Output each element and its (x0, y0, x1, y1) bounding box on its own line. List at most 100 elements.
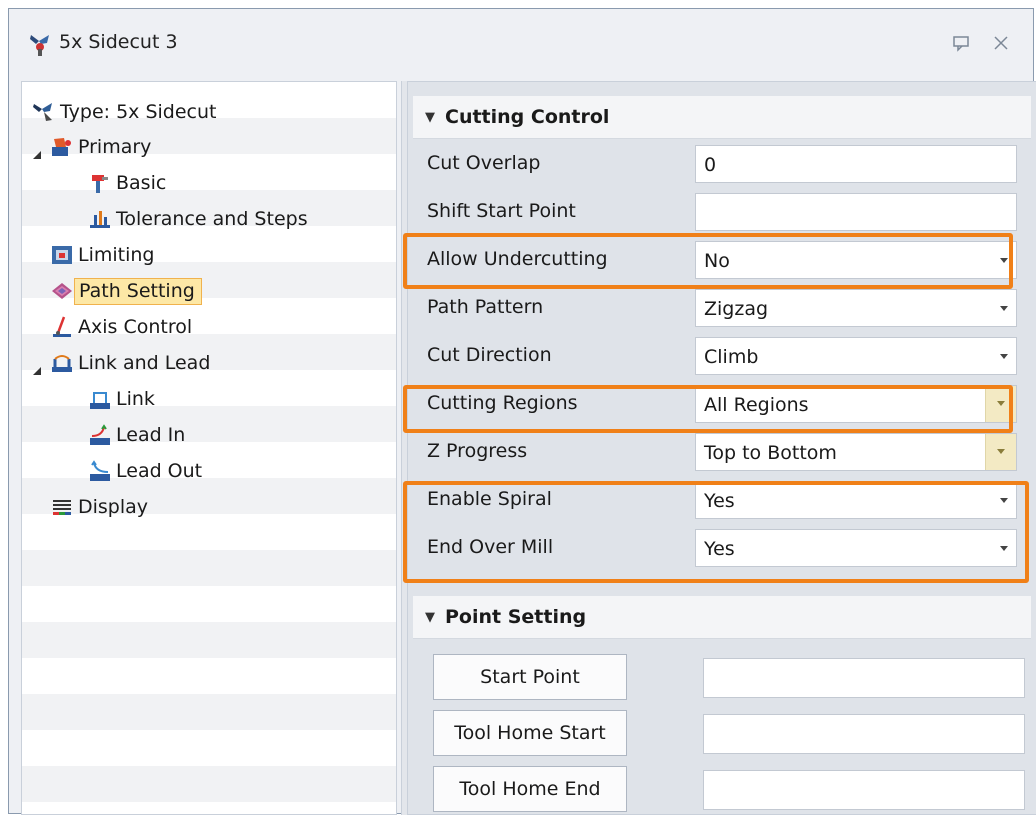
property-label: End Over Mill (427, 536, 554, 558)
allow-undercutting-select[interactable]: No (695, 241, 1017, 279)
tree-item-label: Axis Control (78, 316, 193, 338)
restore-icon[interactable] (949, 31, 973, 55)
property-label: Z Progress (427, 440, 528, 462)
property-row-shift-start-point: Shift Start Point (413, 188, 1031, 236)
section-title: Point Setting (445, 606, 587, 628)
tool-home-start-button[interactable]: Tool Home Start (433, 710, 627, 756)
property-label: Cutting Regions (427, 392, 578, 414)
property-row-allow-undercutting: Allow Undercutting No (413, 236, 1031, 284)
sidecut-type-icon (33, 103, 52, 121)
path-pattern-select[interactable]: Zigzag (695, 289, 1017, 327)
tree-item-link[interactable]: Link (88, 384, 155, 414)
tree-item-label: Lead In (116, 424, 186, 446)
tree-item-label: Type: 5x Sidecut (60, 101, 217, 123)
tool-home-end-input[interactable] (703, 770, 1025, 810)
property-row-tool-home-end: Tool Home End (413, 760, 1031, 814)
select-value: No (704, 250, 730, 272)
axis-control-icon (53, 316, 71, 337)
dropdown-arrow-icon[interactable] (1000, 258, 1008, 263)
dropdown-arrow-icon[interactable] (1000, 354, 1008, 359)
link-lead-icon (52, 355, 72, 372)
tree-item-link-and-lead[interactable]: Link and Lead (50, 348, 210, 378)
tree-item-label: Limiting (78, 244, 155, 266)
property-label: Path Pattern (427, 296, 544, 318)
shift-start-point-input[interactable] (695, 193, 1017, 231)
property-row-path-pattern: Path Pattern Zigzag (413, 284, 1031, 332)
cutting-regions-select[interactable]: All Regions (695, 385, 1017, 423)
section-header-cutting-control[interactable]: ▼ Cutting Control (413, 96, 1031, 139)
property-row-start-point: Start Point (413, 648, 1031, 704)
end-over-mill-select[interactable]: Yes (695, 529, 1017, 567)
tree-item-lead-in[interactable]: Lead In (88, 420, 185, 450)
primary-icon (52, 138, 71, 156)
tree-item-label: Link (116, 388, 155, 410)
select-value: Yes (704, 490, 735, 512)
property-row-z-progress: Z Progress Top to Bottom (413, 428, 1031, 476)
tree-item-label: Link and Lead (78, 352, 211, 374)
tree-item-primary[interactable]: Primary (50, 132, 151, 162)
property-row-cut-direction: Cut Direction Climb (413, 332, 1031, 380)
dropdown-arrow-icon[interactable] (1000, 498, 1008, 503)
title-bar: 5x Sidecut 3 (9, 9, 1033, 77)
z-progress-select[interactable]: Top to Bottom (695, 433, 1017, 471)
dropdown-arrow-icon[interactable] (985, 434, 1016, 470)
property-label: Enable Spiral (427, 488, 552, 510)
tree-item-label: Basic (116, 172, 167, 194)
select-value: Zigzag (704, 298, 769, 320)
tree-item-path-setting[interactable]: Path Setting (50, 276, 202, 306)
tree-item-limiting[interactable]: Limiting (50, 240, 154, 270)
section-title: Cutting Control (445, 106, 610, 128)
dropdown-arrow-icon[interactable] (1000, 306, 1008, 311)
tree-item-tolerance[interactable]: Tolerance and Steps (88, 204, 308, 234)
property-label: Cut Overlap (427, 152, 541, 174)
start-point-input[interactable] (703, 658, 1025, 698)
limiting-icon (52, 246, 72, 264)
tree-item-type[interactable]: Type: 5x Sidecut (32, 97, 216, 127)
path-setting-icon (52, 283, 72, 299)
tree-item-label: Display (78, 496, 149, 518)
collapse-triangle-icon: ▼ (425, 609, 435, 625)
dialog-window: 5x Sidecut 3 Type: 5x Sidecut Primary Ba… (8, 8, 1036, 815)
property-row-end-over-mill: End Over Mill Yes (413, 524, 1031, 572)
tree-item-lead-out[interactable]: Lead Out (88, 456, 202, 486)
close-icon[interactable] (989, 31, 1013, 55)
tree-item-basic[interactable]: Basic (88, 168, 166, 198)
section-header-point-setting[interactable]: ▼ Point Setting (413, 596, 1031, 639)
select-value: Yes (704, 538, 735, 560)
tool-home-end-button[interactable]: Tool Home End (433, 766, 627, 812)
property-label: Cut Direction (427, 344, 552, 366)
enable-spiral-select[interactable]: Yes (695, 481, 1017, 519)
tree-item-label: Lead Out (116, 460, 203, 482)
tree-item-label: Primary (78, 136, 152, 158)
properties-panel: ▼ Cutting Control Cut Overlap 0 Shift St… (407, 81, 1036, 815)
dropdown-arrow-icon[interactable] (985, 386, 1016, 422)
select-value: Top to Bottom (704, 442, 837, 464)
window-title: 5x Sidecut 3 (59, 31, 178, 53)
link-icon (90, 392, 110, 409)
tool-home-start-input[interactable] (703, 714, 1025, 754)
collapse-triangle-icon: ▼ (425, 109, 435, 125)
property-row-cut-overlap: Cut Overlap 0 (413, 140, 1031, 188)
tree-item-display[interactable]: Display (50, 492, 148, 522)
start-point-button[interactable]: Start Point (433, 654, 627, 700)
tree-item-axis-control[interactable]: Axis Control (50, 312, 192, 342)
cut-overlap-input[interactable]: 0 (695, 145, 1017, 183)
property-label: Shift Start Point (427, 200, 576, 222)
property-row-enable-spiral: Enable Spiral Yes (413, 476, 1031, 524)
collapse-arrow-icon[interactable] (32, 366, 42, 376)
tolerance-icon (90, 211, 110, 228)
cut-direction-select[interactable]: Climb (695, 337, 1017, 375)
operation-tree-panel: Type: 5x Sidecut Primary Basic Tolerance… (21, 81, 397, 815)
property-row-cutting-regions: Cutting Regions All Regions (413, 380, 1031, 428)
property-row-tool-home-start: Tool Home Start (413, 704, 1031, 760)
dropdown-arrow-icon[interactable] (1000, 546, 1008, 551)
display-icon (53, 500, 71, 515)
collapse-arrow-icon[interactable] (32, 150, 42, 160)
property-label: Allow Undercutting (427, 248, 608, 270)
tool-basic-icon (92, 175, 108, 193)
operation-icon (30, 35, 49, 56)
lead-in-icon (90, 424, 110, 445)
select-value: Climb (704, 346, 759, 368)
select-value: All Regions (704, 394, 809, 416)
tree-item-label: Tolerance and Steps (116, 208, 308, 230)
